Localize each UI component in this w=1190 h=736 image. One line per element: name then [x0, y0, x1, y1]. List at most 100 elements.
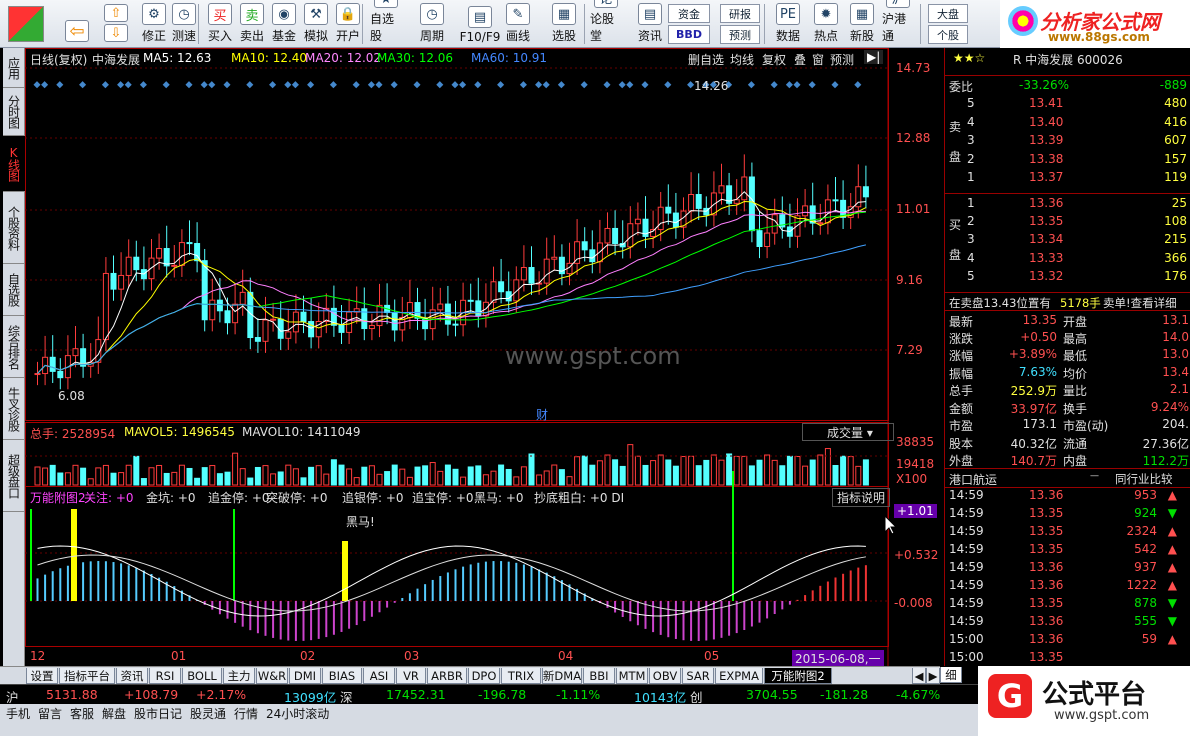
individual-button[interactable]: 个股	[928, 25, 968, 44]
sector-compare-link[interactable]: 同行业比较	[1115, 471, 1173, 487]
tab-scroll-left[interactable]: ◀	[912, 668, 926, 684]
new-stock-button[interactable]: ▦ 新股	[846, 2, 878, 46]
rating-stars: ★★☆	[953, 51, 986, 65]
taskbar-item-7[interactable]: 24小时滚动	[266, 705, 329, 722]
expand-panel-button[interactable]: ▶|	[864, 50, 884, 64]
hot-button[interactable]: ✹ 热点	[810, 2, 842, 46]
finance-marker[interactable]: 财	[536, 406, 548, 423]
tab-indicator-0[interactable]: 设置	[26, 668, 58, 684]
f10-button[interactable]: ▤ F10/F9	[456, 2, 504, 46]
ma-button[interactable]: 均线	[730, 51, 754, 68]
back-button[interactable]: ⇦	[60, 2, 94, 46]
tab-indicator-12[interactable]: DPO	[468, 668, 500, 684]
buy-level-row[interactable]: 1 13.36 25	[945, 193, 1190, 211]
position-detail-link[interactable]: 卖单!查看详细	[1103, 295, 1177, 311]
tab-detail[interactable]: 细	[940, 667, 962, 683]
tab-indicator-6[interactable]: W&R	[256, 668, 288, 684]
sell-level-row[interactable]: 5 13.41 480	[945, 94, 1190, 112]
sidetab-5[interactable]: 综合排名	[3, 316, 25, 378]
tab-indicator-1[interactable]: 指标平台	[59, 668, 115, 684]
trade-tick-row: 14:59 13.35 924 ▼	[945, 504, 1190, 522]
buy-icon: 买	[208, 3, 232, 25]
tab-indicator-4[interactable]: BOLL	[182, 668, 222, 684]
period-button[interactable]: ◷ 周期	[416, 2, 448, 46]
sidetab-1[interactable]: 分时图	[3, 88, 25, 136]
sidetab-7[interactable]: 超级盘口	[3, 440, 25, 512]
sell-button[interactable]: 卖卖出	[236, 2, 268, 46]
tab-indicator-17[interactable]: OBV	[649, 668, 681, 684]
tab-indicator-20[interactable]: 万能附图2	[764, 668, 832, 684]
tab-indicator-3[interactable]: RSI	[149, 668, 181, 684]
sell-level-row[interactable]: 3 13.39 607	[945, 131, 1190, 149]
fund-button[interactable]: ◉ 基金	[268, 2, 300, 46]
open-account-button[interactable]: 🔒 开户	[332, 2, 364, 46]
forum-button[interactable]: 论论股堂	[590, 0, 622, 46]
sidetab-2[interactable]: K线图	[3, 136, 25, 192]
tab-indicator-15[interactable]: BBI	[583, 668, 615, 684]
taskbar-item-0[interactable]: 手机	[6, 705, 30, 722]
indicator-name[interactable]: 万能附图2	[30, 489, 86, 506]
volume-selector[interactable]: 成交量 ▾	[802, 423, 894, 441]
fund-flow-button[interactable]: 资金	[668, 4, 710, 23]
watchlist-button[interactable]: ★ 自选股	[370, 0, 402, 46]
delete-watch-button[interactable]: 删自选	[688, 51, 724, 68]
tab-indicator-7[interactable]: DMI	[289, 668, 321, 684]
indicator-help-button[interactable]: 指标说明	[832, 488, 891, 507]
volume-bar	[186, 467, 193, 486]
restore-button[interactable]: 复权	[762, 51, 786, 68]
taskbar-item-2[interactable]: 客服	[70, 705, 94, 722]
simulate-button[interactable]: ⚒ 模拟	[300, 2, 332, 46]
bbd-button[interactable]: BBD	[668, 25, 710, 44]
backtest-button[interactable]: ◷ 测速	[168, 2, 200, 46]
overlay-button[interactable]: 叠	[794, 51, 806, 68]
forecast-button[interactable]: 预测	[720, 25, 760, 44]
sidetab-4[interactable]: 自选股	[3, 264, 25, 316]
info-button[interactable]: ▤ 资讯	[634, 2, 666, 46]
tab-indicator-2[interactable]: 资讯	[116, 668, 148, 684]
up-down-arrows[interactable]: ⇧ ⇩	[104, 4, 130, 44]
forecast-chart-button[interactable]: 预测	[830, 51, 854, 68]
kline-chart[interactable]	[25, 48, 944, 666]
tab-indicator-11[interactable]: ARBR	[427, 668, 467, 684]
draw-button[interactable]: ✎ 画线	[502, 2, 534, 46]
taskbar-item-1[interactable]: 留言	[38, 705, 62, 722]
volume-bar	[650, 460, 657, 486]
taskbar-item-3[interactable]: 解盘	[102, 705, 126, 722]
taskbar-item-6[interactable]: 行情	[234, 705, 258, 722]
buy-level-row[interactable]: 5 13.32 176	[945, 267, 1190, 285]
sell-level-row[interactable]: 2 13.38 157	[945, 150, 1190, 168]
volume-bar	[148, 467, 155, 486]
stock-select-button[interactable]: ▦ 选股	[548, 2, 580, 46]
up-arrow-icon[interactable]: ⇧	[104, 4, 128, 22]
data-button[interactable]: PE 数据	[772, 2, 804, 46]
buy-button[interactable]: 买买入	[204, 2, 236, 46]
sidetab-6[interactable]: 牛叉诊股	[3, 378, 25, 440]
revise-button[interactable]: ⚙ 修正	[138, 2, 170, 46]
down-arrow-icon[interactable]: ⇩	[104, 24, 128, 42]
period-label[interactable]: 日线(复权)	[30, 51, 87, 68]
tab-indicator-10[interactable]: VR	[396, 668, 426, 684]
hk-connect-button[interactable]: 沪沪港通	[882, 0, 914, 46]
market-button[interactable]: 大盘	[928, 4, 968, 23]
sell-level-row[interactable]: 4 13.40 416	[945, 113, 1190, 131]
tab-indicator-14[interactable]: 新DMA	[542, 668, 582, 684]
tab-indicator-16[interactable]: MTM	[616, 668, 648, 684]
buy-level-row[interactable]: 4 13.33 366	[945, 249, 1190, 267]
tab-indicator-19[interactable]: EXPMA	[715, 668, 763, 684]
buy-level-row[interactable]: 3 13.34 215	[945, 230, 1190, 248]
window-button[interactable]: 窗	[812, 51, 824, 68]
sidetab-0[interactable]: 应用	[3, 48, 25, 88]
sell-level-row[interactable]: 1 13.37 119	[945, 168, 1190, 186]
sidetab-3[interactable]: 个股资料	[3, 192, 25, 264]
tab-indicator-13[interactable]: TRIX	[501, 668, 541, 684]
taskbar-item-4[interactable]: 股市日记	[134, 705, 182, 722]
tab-indicator-5[interactable]: 主力	[223, 668, 255, 684]
tab-indicator-9[interactable]: ASI	[363, 668, 395, 684]
tab-indicator-8[interactable]: BIAS	[322, 668, 362, 684]
app-logo-icon[interactable]	[8, 6, 44, 42]
research-button[interactable]: 研报	[720, 4, 760, 23]
buy-level-row[interactable]: 2 13.35 108	[945, 212, 1190, 230]
tab-scroll-right[interactable]: ▶	[926, 668, 940, 684]
tab-indicator-18[interactable]: SAR	[682, 668, 714, 684]
taskbar-item-5[interactable]: 股灵通	[190, 705, 226, 722]
